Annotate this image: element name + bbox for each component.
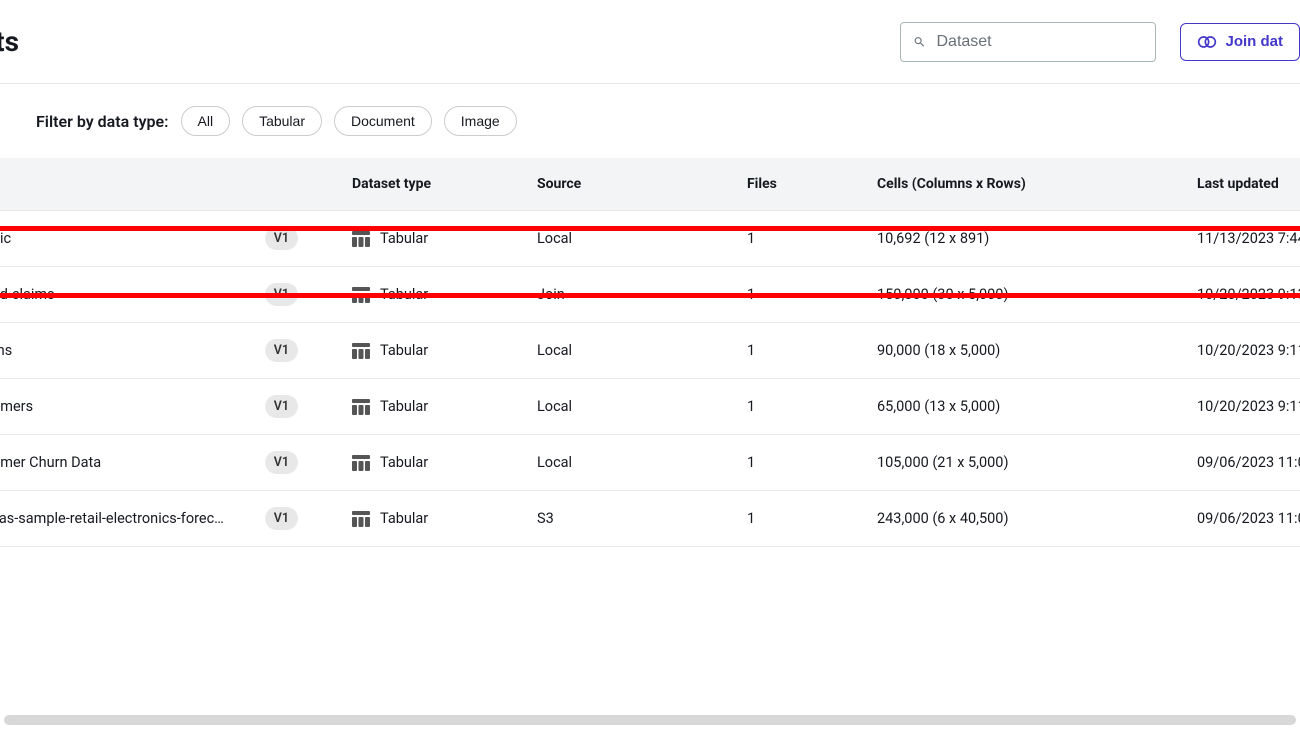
dataset-type: Tabular — [380, 342, 428, 359]
dataset-updated: 09/06/2023 11:0 — [1185, 491, 1300, 547]
filter-bar: Filter by data type: All Tabular Documen… — [0, 84, 1300, 158]
page-title: ets — [0, 25, 19, 58]
dataset-name: omers — [0, 398, 33, 415]
join-data-button[interactable]: Join dat — [1180, 23, 1300, 61]
table-row[interactable]: omers V1 Tabular Local165,000 (13 x 5,000)1… — [0, 379, 1300, 435]
dataset-source: S3 — [525, 491, 735, 547]
filter-chip-document[interactable]: Document — [334, 106, 432, 136]
dataset-updated: 11/13/2023 7:44 — [1185, 211, 1300, 267]
dataset-source: Local — [525, 323, 735, 379]
dataset-source: Local — [525, 211, 735, 267]
col-header-name[interactable] — [0, 158, 340, 211]
table-row[interactable]: omer Churn Data V1 Tabular Local1105,000 (2… — [0, 435, 1300, 491]
col-header-files[interactable]: Files — [735, 158, 865, 211]
filter-chip-tabular[interactable]: Tabular — [242, 106, 322, 136]
tabular-icon — [352, 455, 370, 471]
highlight-marker-bottom — [0, 293, 1300, 298]
search-box[interactable] — [900, 22, 1156, 62]
filter-chip-image[interactable]: Image — [444, 106, 517, 136]
filter-chip-all[interactable]: All — [181, 106, 231, 136]
join-icon — [1197, 33, 1217, 51]
version-badge: V1 — [265, 507, 298, 530]
dataset-name: omer Churn Data — [0, 454, 101, 471]
dataset-cells: 243,000 (6 x 40,500) — [865, 491, 1185, 547]
dataset-name: ms — [0, 342, 12, 359]
join-button-label: Join dat — [1225, 33, 1283, 50]
version-badge: V1 — [265, 451, 298, 474]
dataset-source: Local — [525, 379, 735, 435]
col-header-updated[interactable]: Last updated — [1185, 158, 1300, 211]
dataset-files: 1 — [735, 379, 865, 435]
tabular-icon — [352, 511, 370, 527]
version-badge: V1 — [265, 339, 298, 362]
col-header-cells[interactable]: Cells (Columns x Rows) — [865, 158, 1185, 211]
dataset-files: 1 — [735, 491, 865, 547]
dataset-files: 1 — [735, 211, 865, 267]
highlight-marker-top — [0, 226, 1300, 231]
dataset-type: Tabular — [380, 398, 428, 415]
dataset-type: Tabular — [380, 454, 428, 471]
version-badge: V1 — [265, 395, 298, 418]
filter-label: Filter by data type: — [36, 112, 169, 131]
dataset-name: nic — [0, 230, 11, 247]
col-header-type[interactable]: Dataset type — [340, 158, 525, 211]
dataset-updated: 10/20/2023 9:11 — [1185, 379, 1300, 435]
tabular-icon — [352, 231, 370, 247]
datasets-table-wrap: Dataset type Source Files Cells (Columns… — [0, 158, 1300, 547]
dataset-cells: 90,000 (18 x 5,000) — [865, 323, 1185, 379]
col-header-source[interactable]: Source — [525, 158, 735, 211]
dataset-updated: 09/06/2023 11:0 — [1185, 435, 1300, 491]
dataset-type: Tabular — [380, 230, 428, 247]
dataset-source: Local — [525, 435, 735, 491]
dataset-files: 1 — [735, 435, 865, 491]
page-header: ets Join dat — [0, 0, 1300, 84]
datasets-table: Dataset type Source Files Cells (Columns… — [0, 158, 1300, 547]
search-input[interactable] — [936, 33, 1143, 51]
dataset-cells: 65,000 (13 x 5,000) — [865, 379, 1185, 435]
dataset-cells: 10,692 (12 x 891) — [865, 211, 1185, 267]
table-row[interactable]: ms V1 Tabular Local190,000 (18 x 5,000)10/2… — [0, 323, 1300, 379]
tabular-icon — [352, 399, 370, 415]
table-row[interactable]: vas-sample-retail-electronics-forec… V1 Ta… — [0, 491, 1300, 547]
horizontal-scrollbar[interactable] — [4, 715, 1296, 725]
dataset-type: Tabular — [380, 510, 428, 527]
table-row[interactable]: nicV1TabularLocal110,692 (12 x 891)11/13… — [0, 211, 1300, 267]
table-header-row: Dataset type Source Files Cells (Columns… — [0, 158, 1300, 211]
dataset-name: vas-sample-retail-electronics-forec… — [0, 510, 224, 527]
search-icon — [913, 33, 926, 51]
header-actions: Join dat — [900, 22, 1300, 62]
dataset-files: 1 — [735, 323, 865, 379]
tabular-icon — [352, 343, 370, 359]
dataset-cells: 105,000 (21 x 5,000) — [865, 435, 1185, 491]
dataset-updated: 10/20/2023 9:11 — [1185, 323, 1300, 379]
